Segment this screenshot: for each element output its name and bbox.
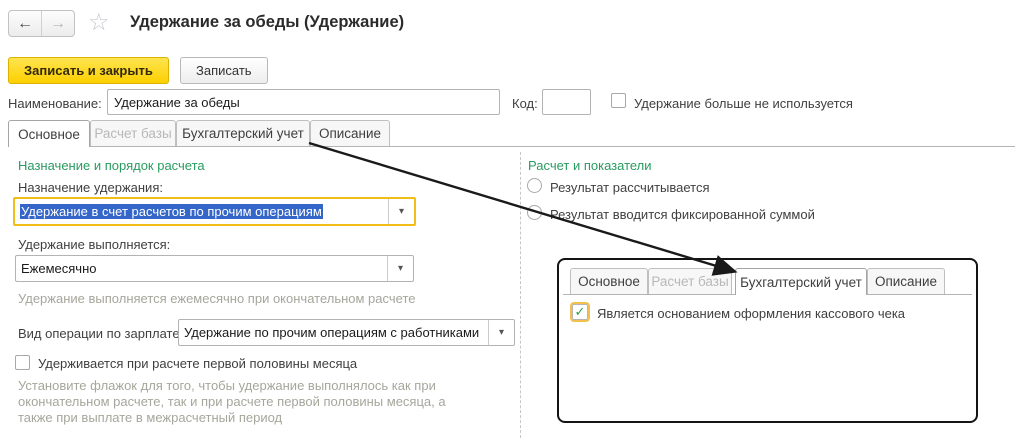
unused-checkbox[interactable] <box>611 93 626 108</box>
half-month-hint: Установите флажок для того, чтобы удержа… <box>18 378 466 426</box>
half-month-checkbox[interactable] <box>15 355 30 370</box>
operation-select[interactable]: Удержание по прочим операциям с работник… <box>178 319 515 346</box>
favorites-star-icon[interactable]: ☆ <box>88 8 110 37</box>
inset-tab-description-label: Описание <box>875 274 937 289</box>
receipt-basis-checkbox[interactable]: ✓ <box>572 304 588 320</box>
chevron-down-icon[interactable]: ▾ <box>388 199 414 224</box>
forward-button[interactable]: → <box>42 11 74 36</box>
arrow-left-icon: ← <box>17 15 33 33</box>
tab-description[interactable]: Описание <box>310 120 390 146</box>
tab-accounting[interactable]: Бухгалтерский учет <box>176 120 310 146</box>
inset-tab-accounting-label: Бухгалтерский учет <box>740 275 862 290</box>
radio-result-calculated-label: Результат рассчитывается <box>550 180 710 195</box>
operation-select-value: Удержание по прочим операциям с работник… <box>179 325 488 340</box>
inset-tab-accounting[interactable]: Бухгалтерский учет <box>735 268 867 295</box>
schedule-hint: Удержание выполняется ежемесячно при око… <box>18 291 478 307</box>
schedule-label: Удержание выполняется: <box>18 237 170 252</box>
calc-group-title: Расчет и показатели <box>528 158 652 173</box>
chevron-down-icon[interactable]: ▾ <box>387 256 413 281</box>
code-input[interactable] <box>542 89 591 115</box>
tab-calc-base-label: Расчет базы <box>94 126 171 141</box>
save-button[interactable]: Записать <box>180 57 268 84</box>
radio-result-calculated[interactable] <box>527 178 542 193</box>
half-month-checkbox-label: Удерживается при расчете первой половины… <box>38 356 357 371</box>
accounting-tab-callout: Основное Расчет базы Бухгалтерский учет … <box>557 258 978 423</box>
inset-tab-calc-base-label: Расчет базы <box>651 274 728 289</box>
tab-strip-divider <box>8 146 1015 147</box>
receipt-basis-checkbox-label: Является основанием оформления кассового… <box>597 306 905 321</box>
radio-result-fixed[interactable] <box>527 205 542 220</box>
tab-calc-base[interactable]: Расчет базы <box>90 120 176 146</box>
unused-checkbox-label: Удержание больше не используется <box>634 96 853 111</box>
back-button[interactable]: ← <box>9 11 42 36</box>
schedule-select-value: Ежемесячно <box>16 261 387 276</box>
arrow-right-icon: → <box>50 15 66 33</box>
save-and-close-button[interactable]: Записать и закрыть <box>8 57 169 84</box>
tab-description-label: Описание <box>319 126 381 141</box>
chevron-down-icon[interactable]: ▾ <box>488 320 514 345</box>
inset-tab-main[interactable]: Основное <box>570 268 648 294</box>
deduction-form-window: ← → ☆ Удержание за обеды (Удержание) Зап… <box>0 0 1024 438</box>
check-icon: ✓ <box>575 304 586 320</box>
purpose-group-title: Назначение и порядок расчета <box>18 158 205 173</box>
tab-main-label: Основное <box>18 127 80 142</box>
page-title: Удержание за обеды (Удержание) <box>130 13 404 32</box>
tab-main[interactable]: Основное <box>8 120 90 147</box>
purpose-select[interactable]: Удержание в счет расчетов по прочим опер… <box>13 197 416 226</box>
operation-label: Вид операции по зарплате: <box>18 326 183 341</box>
name-input[interactable] <box>107 89 500 115</box>
purpose-select-value: Удержание в счет расчетов по прочим опер… <box>20 204 323 219</box>
code-label: Код: <box>512 96 538 111</box>
inset-tab-main-label: Основное <box>578 274 640 289</box>
radio-result-fixed-label: Результат вводится фиксированной суммой <box>550 207 815 222</box>
history-nav: ← → <box>8 10 75 37</box>
schedule-select[interactable]: Ежемесячно ▾ <box>15 255 414 282</box>
panel-separator <box>520 152 521 438</box>
tab-accounting-label: Бухгалтерский учет <box>182 126 304 141</box>
name-label: Наименование: <box>8 96 102 111</box>
inset-tab-calc-base[interactable]: Расчет базы <box>648 268 732 294</box>
purpose-label: Назначение удержания: <box>18 180 163 195</box>
inset-tab-description[interactable]: Описание <box>867 268 945 294</box>
